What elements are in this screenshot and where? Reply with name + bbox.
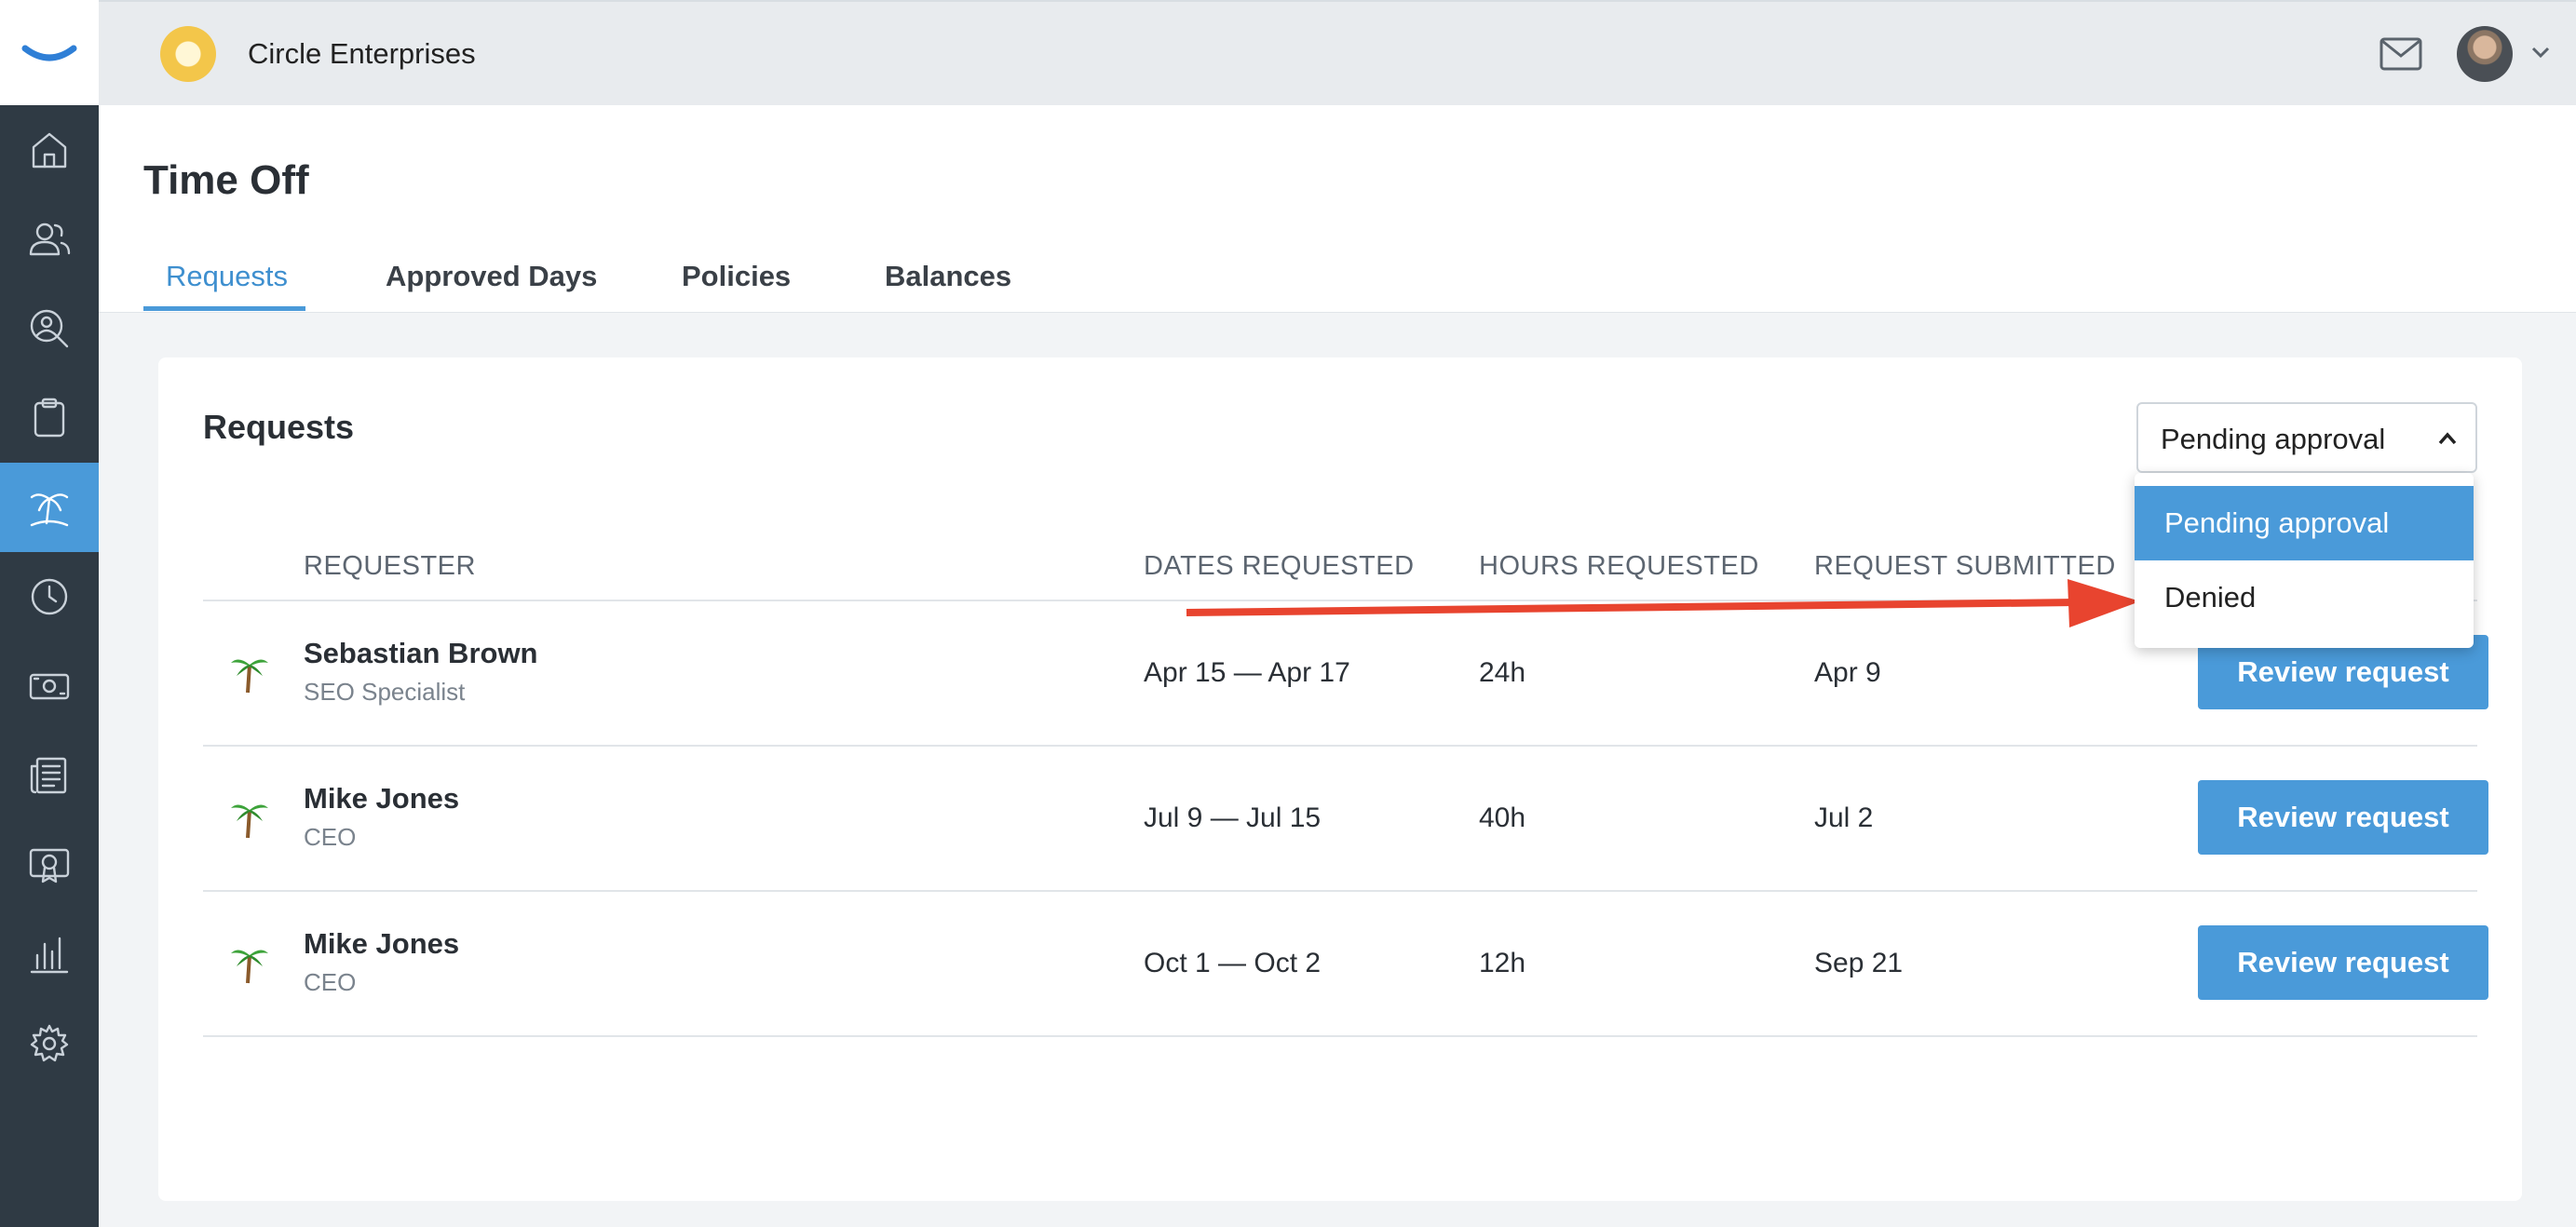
tab-requests[interactable]: Requests <box>166 260 288 293</box>
page-header: Time Off Requests Approved Days Policies… <box>99 105 2576 313</box>
sidebar-item-time-off[interactable] <box>0 463 99 552</box>
gear-icon <box>30 1024 69 1062</box>
status-filter-value: Pending approval <box>2161 423 2386 455</box>
request-submitted: Apr 9 <box>1814 657 1881 688</box>
palm-tree-icon <box>231 950 268 984</box>
sidebar-item-home[interactable] <box>0 105 99 195</box>
sidebar-item-reports[interactable] <box>0 910 99 999</box>
user-avatar[interactable] <box>2457 26 2513 82</box>
dates-requested: Jul 9 — Jul 15 <box>1144 802 1322 833</box>
request-submitted: Jul 2 <box>1814 802 1874 833</box>
palm-tree-icon <box>231 804 268 839</box>
requester-role: SEO Specialist <box>304 678 466 706</box>
dropdown-option-pending-approval[interactable]: Pending approval <box>2135 486 2474 560</box>
hours-requested: 12h <box>1479 948 1526 978</box>
sidebar-item-people[interactable] <box>0 195 99 284</box>
requester-role: CEO <box>304 968 357 996</box>
sidebar-item-time-tracking[interactable] <box>0 552 99 641</box>
card-title: Requests <box>203 408 355 446</box>
user-search-icon <box>30 309 69 348</box>
app-logo[interactable] <box>0 0 99 105</box>
status-filter-dropdown: Pending approval Denied <box>2135 473 2474 648</box>
tab-balances[interactable]: Balances <box>885 260 1011 293</box>
annotation-arrow-icon <box>1186 579 2140 627</box>
sidebar-item-news[interactable] <box>0 731 99 820</box>
sidebar-item-tasks[interactable] <box>0 373 99 463</box>
page-title: Time Off <box>143 157 309 203</box>
clock-icon <box>31 578 68 615</box>
dates-requested: Oct 1 — Oct 2 <box>1144 948 1322 978</box>
palm-tree-icon <box>30 493 69 527</box>
sidebar-item-payroll[interactable] <box>0 641 99 731</box>
status-filter-select[interactable]: Pending approval <box>2136 402 2477 473</box>
table-row: Mike Jones CEO Jul 9 — Jul 15 40h Jul 2 … <box>203 747 2488 890</box>
palm-tree-icon <box>231 659 268 694</box>
dropdown-option-denied[interactable]: Denied <box>2135 560 2474 635</box>
hours-requested: 24h <box>1479 657 1526 688</box>
chevron-down-icon[interactable] <box>2529 43 2552 61</box>
requester-name: Mike Jones <box>304 782 460 815</box>
people-icon <box>29 222 71 256</box>
column-header-requester: REQUESTER <box>304 551 476 581</box>
review-request-button[interactable]: Review request <box>2198 780 2488 855</box>
table-row: Mike Jones CEO Oct 1 — Oct 2 12h Sep 21 … <box>203 892 2488 1035</box>
review-request-button[interactable]: Review request <box>2198 925 2488 1000</box>
newspaper-icon <box>30 757 67 794</box>
sidebar <box>0 0 99 1227</box>
company-name: Circle Enterprises <box>248 37 476 70</box>
clipboard-icon <box>34 398 65 438</box>
request-submitted: Sep 21 <box>1814 948 1904 978</box>
company-logo <box>160 26 216 82</box>
requester-name: Mike Jones <box>304 927 460 960</box>
top-bar: Circle Enterprises <box>99 0 2576 105</box>
sidebar-item-reviews[interactable] <box>0 820 99 910</box>
divider <box>203 1035 2477 1037</box>
requester-name: Sebastian Brown <box>304 637 538 669</box>
mail-icon[interactable] <box>2379 35 2423 73</box>
home-icon <box>32 132 67 169</box>
money-icon <box>29 673 70 700</box>
bar-chart-icon <box>30 937 69 974</box>
certificate-icon <box>29 848 70 883</box>
sidebar-item-settings[interactable] <box>0 999 99 1088</box>
smile-logo-icon <box>21 45 77 61</box>
sidebar-item-recruiting[interactable] <box>0 284 99 373</box>
chevron-up-icon <box>2438 432 2457 445</box>
active-tab-indicator <box>143 306 305 311</box>
tab-policies[interactable]: Policies <box>682 260 791 293</box>
dates-requested: Apr 15 — Apr 17 <box>1144 657 1350 688</box>
hours-requested: 40h <box>1479 802 1526 833</box>
requester-role: CEO <box>304 823 357 851</box>
tab-approved-days[interactable]: Approved Days <box>386 260 597 293</box>
